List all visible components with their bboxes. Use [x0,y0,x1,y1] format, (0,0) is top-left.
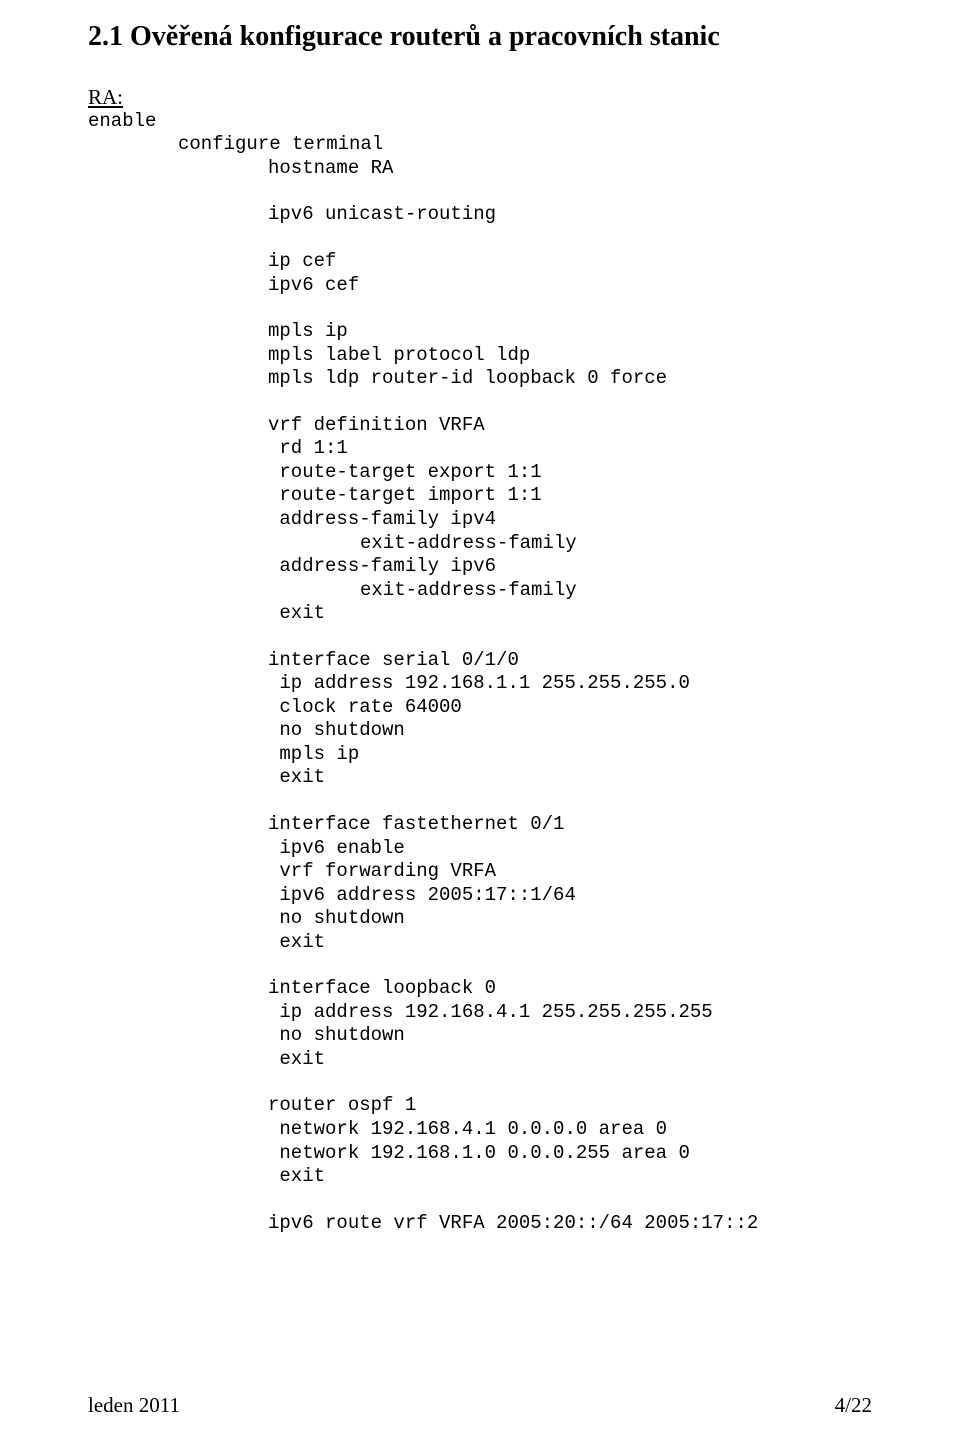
blank-line [88,297,872,320]
blank-line [88,1071,872,1094]
config-line: hostname RA [88,157,872,181]
config-line: rd 1:1 [88,437,872,461]
blank-line [88,180,872,203]
config-line: no shutdown [88,719,872,743]
config-line: address-family ipv6 [88,555,872,579]
config-line: ipv6 cef [88,274,872,298]
config-line: vrf definition VRFA [88,414,872,438]
config-line: ip address 192.168.1.1 255.255.255.0 [88,672,872,696]
config-line: no shutdown [88,1024,872,1048]
config-line: mpls ip [88,743,872,767]
config-line: ip cef [88,250,872,274]
blank-line [88,1189,872,1212]
config-code-block: enableconfigure terminalhostname RA ipv6 … [88,110,872,1235]
blank-line [88,626,872,649]
config-line: ip address 192.168.4.1 255.255.255.255 [88,1001,872,1025]
config-line: router ospf 1 [88,1094,872,1118]
config-line: mpls label protocol ldp [88,344,872,368]
blank-line [88,391,872,414]
blank-line [88,954,872,977]
config-line: clock rate 64000 [88,696,872,720]
footer-date: leden 2011 [88,1393,180,1418]
config-line: route-target export 1:1 [88,461,872,485]
config-line: exit [88,931,872,955]
config-line: exit-address-family [88,579,872,603]
section-heading: 2.1 Ověřená konfigurace routerů a pracov… [88,20,872,54]
config-line: interface loopback 0 [88,977,872,1001]
config-line: route-target import 1:1 [88,484,872,508]
blank-line [88,790,872,813]
footer-page-number: 4/22 [835,1393,872,1418]
config-line: network 192.168.4.1 0.0.0.0 area 0 [88,1118,872,1142]
config-line: no shutdown [88,907,872,931]
config-line: mpls ip [88,320,872,344]
device-label-ra: RA: [88,84,872,110]
page: 2.1 Ověřená konfigurace routerů a pracov… [0,0,960,1446]
config-line: ipv6 address 2005:17::1/64 [88,884,872,908]
config-line: exit [88,602,872,626]
config-line: mpls ldp router-id loopback 0 force [88,367,872,391]
blank-line [88,227,872,250]
config-line: ipv6 route vrf VRFA 2005:20::/64 2005:17… [88,1212,872,1236]
config-line: vrf forwarding VRFA [88,860,872,884]
config-line: interface fastethernet 0/1 [88,813,872,837]
device-label-text: RA: [88,85,123,109]
config-line: exit-address-family [88,532,872,556]
config-line: enable [88,110,872,134]
config-line: address-family ipv4 [88,508,872,532]
config-line: ipv6 enable [88,837,872,861]
config-line: exit [88,1048,872,1072]
config-line: exit [88,1165,872,1189]
config-line: exit [88,766,872,790]
config-line: configure terminal [88,133,872,157]
config-line: interface serial 0/1/0 [88,649,872,673]
config-line: network 192.168.1.0 0.0.0.255 area 0 [88,1142,872,1166]
page-footer: leden 2011 4/22 [88,1393,872,1418]
config-line: ipv6 unicast-routing [88,203,872,227]
